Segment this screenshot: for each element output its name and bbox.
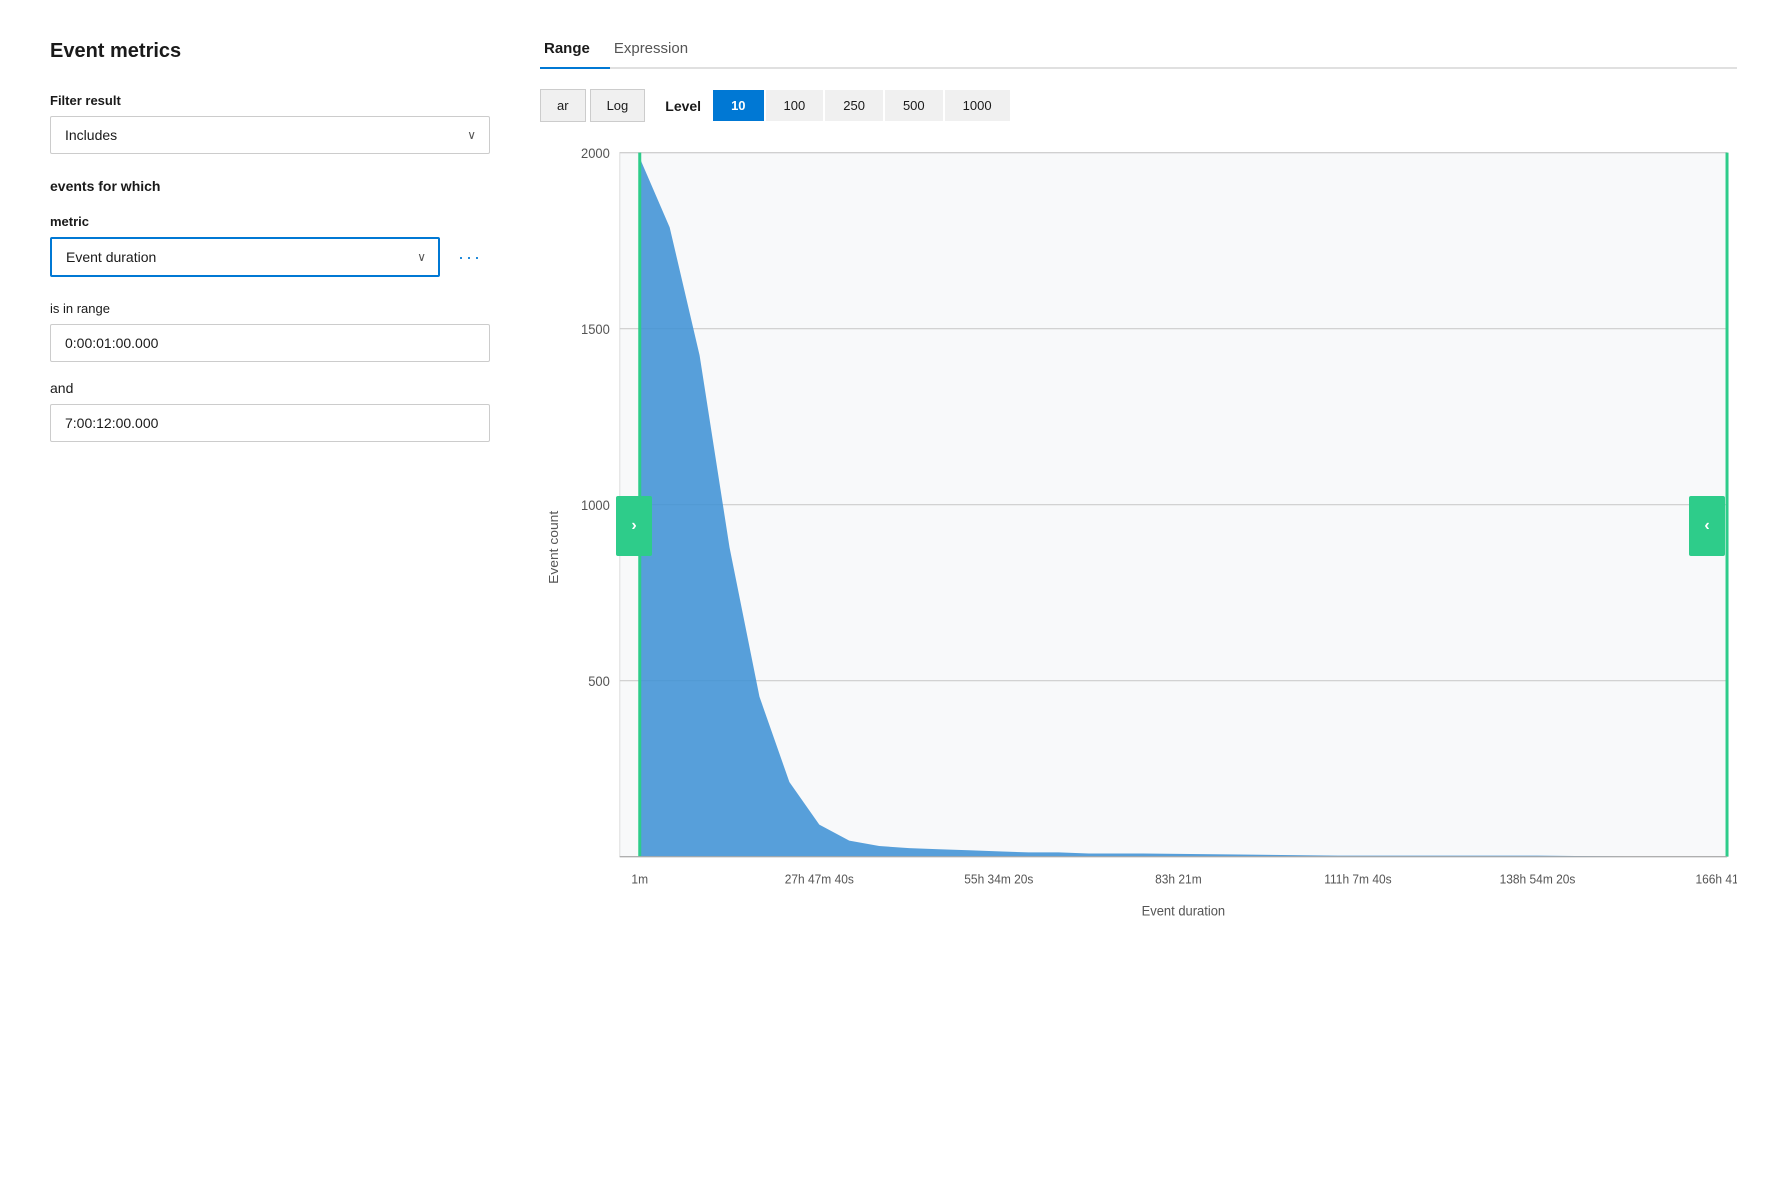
- left-panel: Event metrics Filter result Includes Exc…: [20, 20, 520, 1170]
- range-handle-right[interactable]: ‹: [1689, 496, 1725, 556]
- svg-text:83h 21m: 83h 21m: [1155, 872, 1202, 886]
- chart-controls: ar Log Level 10 100 250 500 1000: [540, 89, 1737, 122]
- tabs: Range Expression: [540, 30, 1737, 69]
- svg-text:Event count: Event count: [546, 510, 560, 583]
- filter-result-label: Filter result: [50, 93, 490, 108]
- range-start-input[interactable]: [50, 324, 490, 362]
- level-100-button[interactable]: 100: [766, 90, 824, 121]
- metric-select-wrapper: Event duration Event count Event value ∨: [50, 237, 440, 277]
- metric-label: metric: [50, 214, 490, 229]
- tab-range[interactable]: Range: [540, 30, 610, 69]
- metric-ellipsis-button[interactable]: ···: [450, 243, 490, 272]
- level-1000-button[interactable]: 1000: [945, 90, 1010, 121]
- metric-row: Event duration Event count Event value ∨…: [50, 237, 490, 277]
- scale-ar-button[interactable]: ar: [540, 89, 586, 122]
- is-in-range-label: is in range: [50, 301, 490, 316]
- svg-text:Event duration: Event duration: [1142, 903, 1226, 918]
- level-250-button[interactable]: 250: [825, 90, 883, 121]
- left-handle-arrow-icon: ›: [631, 517, 636, 535]
- filter-result-select[interactable]: Includes Excludes: [50, 116, 490, 154]
- and-label: and: [50, 380, 490, 396]
- svg-text:111h 7m 40s: 111h 7m 40s: [1324, 872, 1391, 886]
- filter-result-select-wrapper: Includes Excludes ∨: [50, 116, 490, 154]
- svg-text:1500: 1500: [581, 322, 610, 337]
- events-for-which-label: events for which: [50, 178, 490, 194]
- svg-text:500: 500: [588, 674, 610, 689]
- svg-text:27h 47m 40s: 27h 47m 40s: [785, 872, 854, 886]
- level-label: Level: [665, 98, 701, 114]
- scale-log-button[interactable]: Log: [590, 89, 646, 122]
- level-10-button[interactable]: 10: [713, 90, 763, 121]
- page-title: Event metrics: [50, 40, 490, 63]
- chart-svg: 2000 1500 1000 500 Event count 1m 27h 47…: [540, 142, 1737, 942]
- right-handle-arrow-icon: ‹: [1704, 517, 1709, 535]
- svg-text:55h 34m 20s: 55h 34m 20s: [964, 872, 1033, 886]
- chart-area: 2000 1500 1000 500 Event count 1m 27h 47…: [540, 142, 1737, 942]
- range-end-input[interactable]: [50, 404, 490, 442]
- level-buttons: 10 100 250 500 1000: [713, 90, 1010, 121]
- svg-text:138h 54m 20s: 138h 54m 20s: [1500, 872, 1576, 886]
- level-500-button[interactable]: 500: [885, 90, 943, 121]
- range-handle-left[interactable]: ›: [616, 496, 652, 556]
- right-panel: Range Expression ar Log Level 10 100 250…: [520, 20, 1757, 1170]
- svg-text:166h 41m: 166h 41m: [1695, 872, 1737, 886]
- tab-expression[interactable]: Expression: [610, 30, 708, 69]
- svg-text:2000: 2000: [581, 146, 610, 161]
- svg-text:1000: 1000: [581, 498, 610, 513]
- svg-text:1m: 1m: [631, 872, 648, 886]
- metric-select[interactable]: Event duration Event count Event value: [50, 237, 440, 277]
